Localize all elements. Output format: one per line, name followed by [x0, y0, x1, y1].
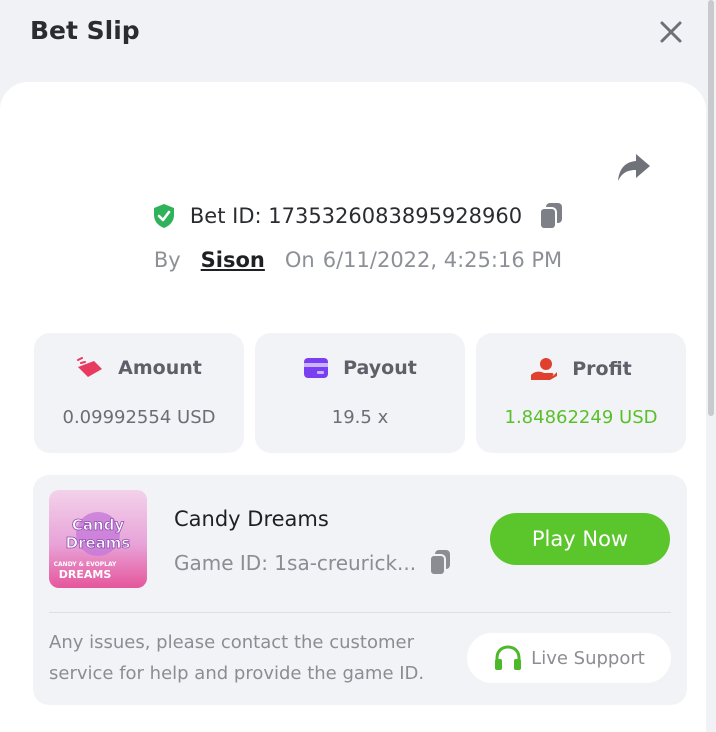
- thumb-big: DREAMS: [59, 568, 112, 581]
- copy-icon[interactable]: [538, 202, 564, 230]
- thumb-small: CANDY & EVOPLAY: [54, 561, 117, 568]
- help-text: Any issues, please contact the customer …: [49, 632, 425, 684]
- game-name: Candy Dreams: [174, 507, 329, 531]
- copy-game-id-icon[interactable]: [428, 549, 452, 576]
- close-icon[interactable]: [655, 16, 687, 48]
- profit-label: Profit: [572, 358, 632, 380]
- game-thumbnail[interactable]: Candy Dreams CANDY & EVOPLAY DREAMS: [49, 490, 147, 588]
- verified-shield-icon: [153, 204, 174, 228]
- play-now-button[interactable]: Play Now: [490, 513, 670, 565]
- profit-value: 1.84862249 USD: [504, 407, 658, 428]
- divider: [49, 612, 671, 613]
- username-link[interactable]: Sison: [201, 248, 265, 272]
- game-card: Candy Dreams CANDY & EVOPLAY DREAMS Cand…: [33, 475, 687, 705]
- game-id: Game ID: 1sa-creurick...: [174, 550, 417, 575]
- amount-label: Amount: [118, 357, 202, 379]
- bet-datetime: 6/11/2022, 4:25:16 PM: [322, 248, 563, 272]
- share-icon[interactable]: [616, 150, 652, 184]
- live-support-label: Live Support: [531, 647, 645, 669]
- payout-value: 19.5 x: [331, 407, 389, 428]
- page-title: Bet Slip: [30, 16, 140, 45]
- profit-hand-icon: [531, 358, 558, 380]
- bet-meta-row: By Sison On 6/11/2022, 4:25:16 PM: [0, 240, 716, 280]
- headphones-icon: [495, 645, 522, 670]
- header: Bet Slip: [0, 0, 716, 70]
- by-label: By: [153, 248, 181, 272]
- thumb-line1: Candy: [72, 516, 125, 534]
- bet-id: Bet ID: 1735326083895928960: [189, 204, 523, 228]
- amount-icon: [77, 357, 103, 377]
- live-support-button[interactable]: Live Support: [467, 633, 671, 683]
- payout-label: Payout: [343, 357, 417, 379]
- game-id-row: Game ID: 1sa-creurick...: [174, 549, 452, 576]
- payout-stat: Payout 19.5 x: [255, 333, 465, 453]
- profit-stat: Profit 1.84862249 USD: [476, 333, 686, 453]
- on-label: On: [284, 248, 315, 272]
- payout-card-icon: [304, 358, 329, 378]
- bet-id-row: Bet ID: 1735326083895928960: [0, 196, 716, 236]
- scrollbar[interactable]: [708, 0, 714, 416]
- amount-stat: Amount 0.09992554 USD: [34, 333, 244, 453]
- thumb-line2: Dreams: [66, 534, 131, 552]
- amount-value: 0.09992554 USD: [62, 407, 216, 428]
